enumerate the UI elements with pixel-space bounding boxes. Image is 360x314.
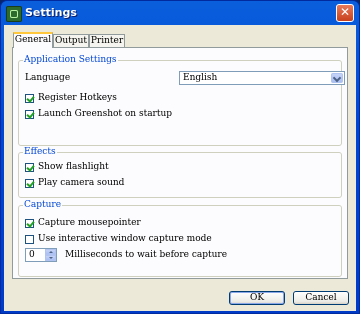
ok-button[interactable]: OK bbox=[229, 291, 285, 305]
wait-milliseconds-value: 0 bbox=[29, 250, 35, 260]
application-settings-title: Application Settings bbox=[23, 55, 118, 65]
chevron-down-icon[interactable] bbox=[331, 73, 343, 83]
show-flashlight-label: Show flashlight bbox=[38, 162, 109, 172]
language-label: Language bbox=[25, 73, 71, 83]
stepper-down-icon[interactable] bbox=[45, 255, 56, 261]
capture-group: Capture Capture mousepointer Use interac… bbox=[18, 200, 342, 277]
register-hotkeys-row[interactable]: Register Hotkeys bbox=[25, 92, 117, 104]
language-select[interactable]: English bbox=[179, 71, 345, 85]
launch-on-startup-row[interactable]: Launch Greenshot on startup bbox=[25, 108, 172, 120]
title-bar[interactable]: Settings ✕ bbox=[1, 1, 359, 25]
interactive-window-mode-label: Use interactive window capture mode bbox=[38, 234, 212, 244]
play-camera-sound-checkbox[interactable] bbox=[25, 178, 34, 188]
show-flashlight-checkbox[interactable] bbox=[25, 162, 34, 172]
launch-on-startup-label: Launch Greenshot on startup bbox=[38, 109, 173, 119]
window-title: Settings bbox=[25, 6, 77, 19]
wait-milliseconds-stepper[interactable]: 0 bbox=[25, 248, 57, 262]
tab-general[interactable]: General bbox=[13, 32, 53, 48]
register-hotkeys-label: Register Hotkeys bbox=[38, 93, 117, 103]
language-select-value: English bbox=[183, 73, 218, 83]
effects-title: Effects bbox=[23, 147, 57, 157]
play-camera-sound-row[interactable]: Play camera sound bbox=[25, 177, 124, 189]
capture-mousepointer-checkbox[interactable] bbox=[25, 218, 34, 228]
tab-output[interactable]: Output bbox=[53, 34, 89, 48]
effects-group: Effects Show flashlight Play camera soun… bbox=[18, 147, 342, 198]
general-tab-panel: Application Settings Language English Re… bbox=[12, 47, 348, 279]
capture-mousepointer-label: Capture mousepointer bbox=[38, 218, 141, 228]
register-hotkeys-checkbox[interactable] bbox=[25, 93, 34, 103]
application-settings-group: Application Settings Language English Re… bbox=[18, 55, 345, 146]
close-button[interactable]: ✕ bbox=[336, 4, 354, 22]
dialog-client-area: General Output Printer Application Setti… bbox=[4, 25, 356, 311]
greenshot-app-icon bbox=[6, 6, 22, 22]
show-flashlight-row[interactable]: Show flashlight bbox=[25, 161, 109, 173]
stepper-buttons bbox=[45, 249, 56, 261]
capture-mousepointer-row[interactable]: Capture mousepointer bbox=[25, 217, 141, 229]
settings-window: Settings ✕ General Output Printer Applic… bbox=[0, 0, 360, 314]
interactive-window-mode-checkbox[interactable] bbox=[25, 234, 34, 244]
cancel-button[interactable]: Cancel bbox=[293, 291, 349, 305]
wait-milliseconds-label: Milliseconds to wait before capture bbox=[65, 250, 228, 260]
capture-title: Capture bbox=[23, 200, 63, 210]
tab-printer[interactable]: Printer bbox=[89, 34, 125, 48]
play-camera-sound-label: Play camera sound bbox=[38, 178, 125, 188]
interactive-window-mode-row[interactable]: Use interactive window capture mode bbox=[25, 233, 212, 245]
launch-on-startup-checkbox[interactable] bbox=[25, 109, 34, 119]
